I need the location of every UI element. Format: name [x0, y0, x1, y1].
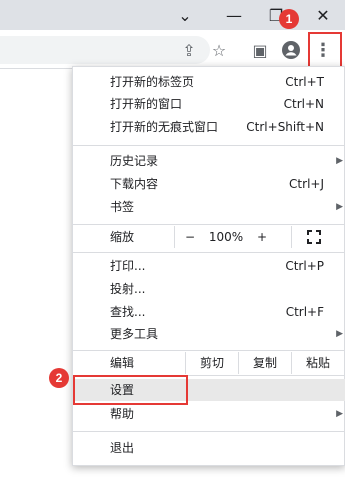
menu-item-label: 打开新的无痕式窗口: [110, 120, 219, 134]
zoom-level: 100%: [208, 230, 244, 244]
menu-item-bookmarks[interactable]: 书签 ▶: [73, 196, 345, 218]
menu-edit-row: 编辑 剪切 复制 粘贴: [73, 352, 345, 374]
menu-divider: [73, 224, 345, 225]
share-icon[interactable]: ⇪: [177, 38, 201, 62]
zoom-divider: [291, 226, 292, 248]
menu-item-shortcut: Ctrl+N: [283, 97, 324, 111]
highlight-menu-button: [308, 32, 342, 69]
star-icon[interactable]: ☆: [207, 38, 231, 62]
menu-zoom-row: 缩放 − 100% +: [73, 226, 345, 248]
submenu-arrow-icon: ▶: [336, 202, 343, 212]
zoom-in-button[interactable]: +: [249, 226, 275, 248]
menu-item-shortcut: Ctrl+P: [285, 259, 324, 273]
menu-divider: [73, 431, 345, 432]
menu-divider: [73, 252, 345, 253]
menu-item-label: 打开新的窗口: [110, 97, 183, 111]
menu-item-label: 退出: [110, 441, 135, 455]
menu-item-new-window[interactable]: 打开新的窗口 Ctrl+N: [73, 93, 345, 115]
menu-item-new-tab[interactable]: 打开新的标签页 Ctrl+T: [73, 71, 345, 93]
menu-item-help[interactable]: 帮助 ▶: [73, 403, 345, 425]
menu-item-label: 历史记录: [110, 154, 159, 168]
menu-item-label: 打开新的标签页: [110, 75, 195, 89]
menu-item-history[interactable]: 历史记录 ▶: [73, 150, 345, 172]
side-panel-icon[interactable]: ▣: [248, 38, 272, 62]
menu-item-label: 投射...: [110, 282, 146, 296]
chrome-main-menu: 打开新的标签页 Ctrl+T 打开新的窗口 Ctrl+N 打开新的无痕式窗口 C…: [72, 66, 345, 466]
menu-item-label: 书签: [110, 200, 135, 214]
menu-item-find[interactable]: 查找... Ctrl+F: [73, 301, 345, 323]
submenu-arrow-icon: ▶: [336, 409, 343, 419]
menu-item-label: 更多工具: [110, 327, 159, 341]
menu-item-label: 下载内容: [110, 177, 159, 191]
zoom-label: 缩放: [110, 230, 135, 244]
close-icon[interactable]: ✕: [311, 4, 335, 26]
menu-item-more-tools[interactable]: 更多工具 ▶: [73, 323, 345, 345]
menu-item-shortcut: Ctrl+T: [285, 75, 324, 89]
menu-item-shortcut: Ctrl+J: [289, 177, 324, 191]
menu-item-shortcut: Ctrl+F: [285, 305, 324, 319]
menu-item-label: 帮助: [110, 407, 135, 421]
step-badge-1: 1: [279, 9, 299, 29]
submenu-arrow-icon: ▶: [336, 329, 343, 339]
submenu-arrow-icon: ▶: [336, 156, 343, 166]
menu-item-downloads[interactable]: 下载内容 Ctrl+J: [73, 173, 345, 195]
menu-divider: [73, 350, 345, 351]
cut-button[interactable]: 剪切: [186, 352, 238, 374]
menu-item-label: 查找...: [110, 305, 146, 319]
zoom-out-button[interactable]: −: [177, 226, 203, 248]
chevron-down-icon[interactable]: ⌄: [173, 4, 197, 26]
menu-item-shortcut: Ctrl+Shift+N: [246, 120, 324, 134]
paste-button[interactable]: 粘贴: [292, 352, 344, 374]
menu-divider: [73, 145, 345, 146]
menu-item-print[interactable]: 打印... Ctrl+P: [73, 255, 345, 277]
menu-item-exit[interactable]: 退出: [73, 437, 345, 459]
menu-item-label: 打印...: [110, 259, 146, 273]
profile-icon[interactable]: [279, 38, 303, 62]
menu-item-cast[interactable]: 投射...: [73, 278, 345, 300]
minimize-button[interactable]: —: [222, 4, 246, 26]
zoom-divider: [174, 226, 175, 248]
copy-button[interactable]: 复制: [239, 352, 291, 374]
fullscreen-icon[interactable]: [301, 226, 327, 248]
menu-item-incognito[interactable]: 打开新的无痕式窗口 Ctrl+Shift+N: [73, 116, 345, 138]
edit-label: 编辑: [110, 356, 135, 370]
highlight-settings-item: [73, 375, 188, 405]
step-badge-2: 2: [49, 368, 69, 388]
